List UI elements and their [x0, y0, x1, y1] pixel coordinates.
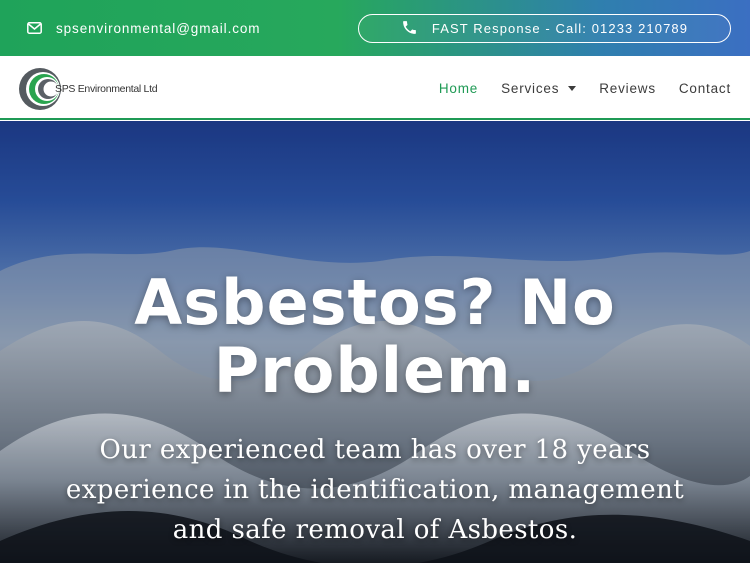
email-link[interactable]: spsenvironmental@gmail.com [27, 18, 260, 38]
hero-title-line: Asbestos? No [134, 266, 616, 339]
call-button-label: FAST Response - Call: 01233 210789 [431, 21, 689, 36]
envelope-icon [27, 22, 42, 34]
main-nav: Home Services Reviews Contact [416, 56, 731, 120]
hero-section: Asbestos? No Problem. Our experienced te… [0, 121, 750, 563]
logo-text: SPS Environmental Ltd [55, 83, 158, 95]
nav-label: Services [501, 80, 560, 96]
nav-label: Reviews [599, 80, 656, 96]
nav-label: Contact [678, 80, 731, 96]
top-contact-bar: spsenvironmental@gmail.com FAST Response… [0, 0, 750, 56]
hero-subtitle-line: and safe removal of Asbestos. [172, 515, 578, 545]
nav-item-contact[interactable]: Contact [679, 81, 731, 96]
hero-subtitle: Our experienced team has over 18 years e… [40, 430, 710, 550]
email-text: spsenvironmental@gmail.com [56, 20, 261, 36]
hero-title-line: Problem. [213, 334, 537, 407]
call-button[interactable]: FAST Response - Call: 01233 210789 [358, 14, 731, 43]
nav-label: Home [438, 80, 479, 96]
hero-subtitle-line: experience in the identification, manage… [65, 475, 685, 505]
nav-item-reviews[interactable]: Reviews [599, 81, 656, 96]
nav-item-services[interactable]: Services [501, 80, 577, 96]
caret-down-icon [568, 85, 577, 91]
hero-title: Asbestos? No Problem. [0, 269, 750, 405]
phone-icon [401, 19, 418, 39]
hero-subtitle-line: Our experienced team has over 18 years [99, 435, 651, 465]
company-logo[interactable]: SPS Environmental Ltd [17, 66, 167, 112]
nav-item-home[interactable]: Home [439, 81, 478, 96]
main-header: SPS Environmental Ltd Home Services Revi… [0, 56, 750, 120]
